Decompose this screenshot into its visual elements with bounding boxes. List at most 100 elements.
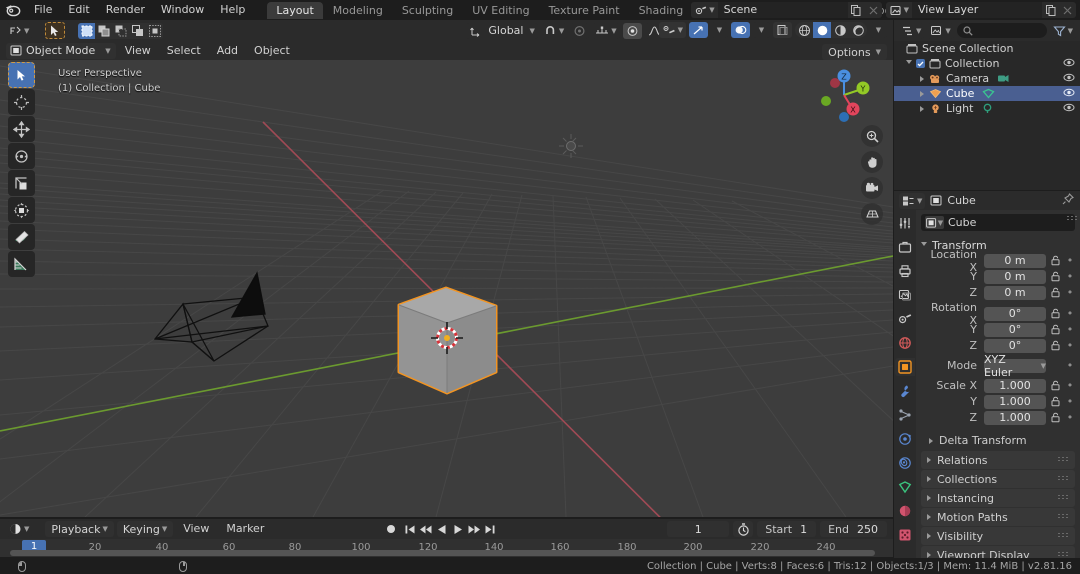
active-tool-icon[interactable] (45, 22, 65, 39)
rendered-shading-icon[interactable] (849, 22, 867, 38)
outliner-display-icon[interactable]: ▼ (898, 23, 924, 39)
location-x-field[interactable]: 0 m (984, 254, 1046, 268)
shading-dropdown[interactable]: ▼ (870, 22, 887, 38)
lock-icon[interactable] (1049, 308, 1062, 319)
animate-dot[interactable]: • (1065, 272, 1075, 282)
outliner-row-scene-collection[interactable]: Scene Collection (894, 41, 1080, 56)
lock-icon[interactable] (1049, 287, 1062, 298)
new-scene-button[interactable] (848, 2, 865, 18)
snap-magnet-icon[interactable]: ▼ (541, 23, 567, 39)
scene-name-field[interactable]: Scene (718, 2, 848, 18)
next-keyframe-icon[interactable] (466, 521, 481, 537)
outliner-row-light[interactable]: Light (894, 101, 1080, 116)
transform-tool-icon[interactable] (8, 197, 35, 223)
viewport-display-panel[interactable]: Viewport Display (921, 546, 1075, 558)
material-preview-shading-icon[interactable] (831, 22, 849, 38)
scale-x-field[interactable]: 1.000 (984, 379, 1046, 393)
gizmo-dropdown[interactable]: ▼ (711, 22, 728, 38)
object-tab-icon[interactable] (895, 358, 915, 376)
jump-end-icon[interactable] (482, 521, 497, 537)
tab-sculpting[interactable]: Sculpting (393, 2, 462, 19)
animate-dot[interactable]: • (1065, 361, 1075, 371)
instancing-panel[interactable]: Instancing (921, 489, 1075, 507)
object-data-tab-icon[interactable] (895, 478, 915, 496)
light-visibility-icon[interactable] (1063, 102, 1075, 116)
play-icon[interactable] (450, 521, 465, 537)
pin-icon[interactable] (1062, 193, 1074, 208)
options-dropdown[interactable]: Options ▼ (822, 44, 887, 60)
animate-dot[interactable]: • (1065, 413, 1075, 423)
properties-editor-icon[interactable]: ▼ (899, 193, 925, 209)
rotate-tool-icon[interactable] (8, 143, 35, 169)
snap-increment-icon[interactable]: ▼ (592, 23, 619, 39)
constraints-tab-icon[interactable] (895, 454, 915, 472)
menu-edit[interactable]: Edit (60, 2, 97, 18)
modifiers-tab-icon[interactable] (895, 382, 915, 400)
record-icon[interactable] (383, 521, 398, 537)
transform-orientation-dropdown[interactable]: Global ▼ (466, 23, 537, 39)
menu-window[interactable]: Window (153, 2, 212, 18)
tab-texture-paint[interactable]: Texture Paint (540, 2, 629, 19)
tab-shading[interactable]: Shading (630, 2, 693, 19)
rotation-mode-dropdown[interactable]: XYZ Euler ▼ (984, 359, 1046, 373)
physics-tab-icon[interactable] (895, 430, 915, 448)
viewport-menu-object[interactable]: Object (247, 43, 297, 59)
select-subtract-icon[interactable] (112, 23, 129, 39)
location-y-field[interactable]: 0 m (984, 270, 1046, 284)
relations-panel[interactable]: Relations (921, 451, 1075, 469)
animate-dot[interactable]: • (1065, 381, 1075, 391)
lock-icon[interactable] (1049, 396, 1062, 407)
lock-icon[interactable] (1049, 412, 1062, 423)
camera-visibility-icon[interactable] (1063, 72, 1075, 86)
output-tab-icon[interactable] (895, 262, 915, 280)
prev-keyframe-icon[interactable] (418, 521, 433, 537)
lock-icon[interactable] (1049, 271, 1062, 282)
material-tab-icon[interactable] (895, 502, 915, 520)
particles-tab-icon[interactable] (895, 406, 915, 424)
timeline-scrollbar[interactable] (10, 550, 875, 556)
timeline-ruler[interactable]: 20 40 60 80 100 120 140 160 180 200 220 … (0, 539, 893, 557)
chevron-right-icon[interactable] (920, 106, 924, 112)
outliner-row-collection[interactable]: Collection (894, 56, 1080, 71)
camera-view-icon[interactable] (861, 177, 883, 199)
select-invert-icon[interactable] (129, 23, 146, 39)
location-z-field[interactable]: 0 m (984, 286, 1046, 300)
rotation-x-field[interactable]: 0° (984, 307, 1046, 321)
collections-panel[interactable]: Collections (921, 470, 1075, 488)
texture-tab-icon[interactable] (895, 526, 915, 544)
world-tab-icon[interactable] (895, 334, 915, 352)
select-intersect-icon[interactable] (146, 23, 163, 39)
motion-paths-panel[interactable]: Motion Paths (921, 508, 1075, 526)
play-reverse-icon[interactable] (434, 521, 449, 537)
mode-dropdown[interactable]: Object Mode ▼ (6, 43, 116, 59)
select-extend-icon[interactable] (95, 23, 112, 39)
lock-icon[interactable] (1049, 380, 1062, 391)
frame-start-field[interactable]: Start 1 (757, 521, 816, 537)
proportional-toggle-icon[interactable] (623, 23, 642, 39)
cube-visibility-icon[interactable] (1063, 87, 1075, 101)
scale-y-field[interactable]: 1.000 (984, 395, 1046, 409)
frame-end-field[interactable]: End 250 (820, 521, 887, 537)
outliner-search-input[interactable] (957, 23, 1047, 38)
outliner-row-cube[interactable]: Cube (894, 86, 1080, 101)
tool-tab-icon[interactable] (895, 214, 915, 232)
animate-dot[interactable]: • (1065, 309, 1075, 319)
view-layer-name-field[interactable]: View Layer (912, 2, 1042, 18)
xray-icon[interactable] (773, 22, 792, 38)
select-new-icon[interactable] (78, 23, 95, 39)
move-tool-icon[interactable] (8, 116, 35, 142)
viewport-menu-add[interactable]: Add (210, 43, 245, 59)
viewport-menu-select[interactable]: Select (160, 43, 208, 59)
unlink-scene-button[interactable] (865, 2, 882, 18)
tab-uv-editing[interactable]: UV Editing (463, 2, 538, 19)
rotation-z-field[interactable]: 0° (984, 339, 1046, 353)
scene-tab-icon[interactable] (895, 310, 915, 328)
scene-selector[interactable]: ▼ Scene (691, 2, 881, 18)
timeline-menu-keying[interactable]: Keying▼ (117, 521, 173, 537)
filter-id-icon[interactable]: ▼ (927, 23, 953, 39)
jump-start-icon[interactable] (402, 521, 417, 537)
menu-file[interactable]: File (26, 2, 60, 18)
annotate-tool-icon[interactable] (8, 224, 35, 250)
view-layer-tab-icon[interactable] (895, 286, 915, 304)
cursor-tool-icon[interactable] (8, 89, 35, 115)
